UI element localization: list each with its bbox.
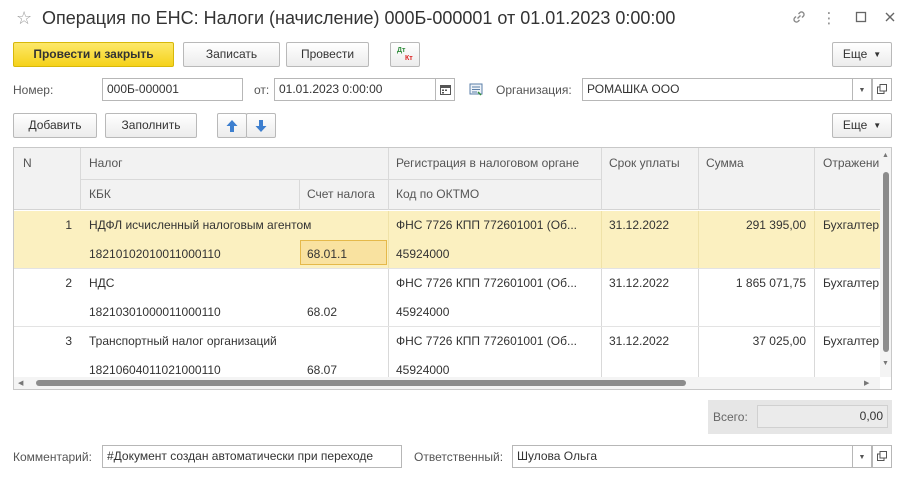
header-oktmo[interactable]: Код по ОКТМО xyxy=(396,187,479,201)
due-date-cell[interactable]: 31.12.2022 xyxy=(609,334,695,348)
move-up-button[interactable] xyxy=(217,113,247,138)
horizontal-scroll-thumb[interactable] xyxy=(36,380,686,386)
post-and-close-button[interactable]: Провести и закрыть xyxy=(13,42,174,67)
responsible-label: Ответственный: xyxy=(414,450,504,464)
post-button[interactable]: Провести xyxy=(286,42,369,67)
more-button[interactable]: Еще ▼ xyxy=(832,42,892,67)
save-button[interactable]: Записать xyxy=(183,42,280,67)
amount-cell[interactable]: 1 865 071,75 xyxy=(702,276,806,290)
scroll-right-icon[interactable]: ▶ xyxy=(864,379,869,387)
reflection-cell[interactable]: Бухгалтерский xyxy=(823,218,879,232)
organization-input[interactable]: РОМАШКА ООО xyxy=(582,78,853,101)
row-number: 2 xyxy=(65,276,72,290)
maximize-icon[interactable] xyxy=(851,9,871,29)
amount-cell[interactable]: 37 025,00 xyxy=(702,334,806,348)
registration-cell[interactable]: ФНС 7726 КПП 772601001 (Об... xyxy=(396,334,598,348)
number-label: Номер: xyxy=(13,83,54,97)
tax-cell[interactable]: НДС xyxy=(89,276,385,290)
organization-label: Организация: xyxy=(496,83,572,97)
oktmo-cell[interactable]: 45924000 xyxy=(396,363,598,377)
table-more-button[interactable]: Еще ▼ xyxy=(832,113,892,138)
vertical-scroll-thumb[interactable] xyxy=(883,172,889,352)
more-vertical-icon[interactable]: ⋮ xyxy=(819,9,839,29)
registration-cell[interactable]: ФНС 7726 КПП 772601001 (Об... xyxy=(396,218,598,232)
kbk-cell[interactable]: 18210102010011000110 xyxy=(89,247,297,261)
header-kbk[interactable]: КБК xyxy=(89,187,111,201)
link-icon[interactable] xyxy=(789,9,809,29)
header-amount[interactable]: Сумма xyxy=(706,156,744,170)
arrow-up-icon xyxy=(226,120,238,132)
tax-cell[interactable]: Транспортный налог организаций xyxy=(89,334,385,348)
total-label: Всего: xyxy=(713,410,748,424)
row-number: 1 xyxy=(65,218,72,232)
comment-label: Комментарий: xyxy=(13,450,92,464)
account-cell[interactable]: 68.02 xyxy=(307,305,385,319)
dt-kt-button[interactable]: Дт Кт xyxy=(390,42,420,67)
organization-dropdown-button[interactable]: ▼ xyxy=(852,78,872,101)
responsible-dropdown-button[interactable]: ▼ xyxy=(852,445,872,468)
due-date-cell[interactable]: 31.12.2022 xyxy=(609,218,695,232)
reflection-cell[interactable]: Бухгалтерский xyxy=(823,276,879,290)
header-registration[interactable]: Регистрация в налоговом органе xyxy=(396,156,598,170)
taxes-table: N Налог КБК Счет налога Регистрация в на… xyxy=(13,147,892,390)
header-due-date[interactable]: Срок уплаты xyxy=(609,156,680,170)
chevron-down-icon: ▼ xyxy=(858,454,866,461)
kbk-cell[interactable]: 18210301000011000110 xyxy=(89,305,297,319)
chevron-down-icon: ▼ xyxy=(858,87,866,94)
header-n[interactable]: N xyxy=(23,156,32,170)
scroll-down-icon[interactable]: ▼ xyxy=(882,360,889,367)
due-date-cell[interactable]: 31.12.2022 xyxy=(609,276,695,290)
kbk-cell[interactable]: 18210604011021000110 xyxy=(89,363,297,377)
tax-cell[interactable]: НДФЛ исчисленный налоговым агентом xyxy=(89,218,385,232)
move-down-button[interactable] xyxy=(246,113,276,138)
header-reflection[interactable]: Отражение xyxy=(823,156,879,170)
chevron-down-icon: ▼ xyxy=(873,50,882,60)
date-input[interactable]: 01.01.2023 0:00:00 xyxy=(274,78,436,101)
close-icon[interactable] xyxy=(880,9,900,29)
organization-open-button[interactable] xyxy=(872,78,892,101)
comment-input[interactable]: #Документ создан автоматически при перех… xyxy=(102,445,402,468)
arrow-down-icon xyxy=(255,120,267,132)
registration-cell[interactable]: ФНС 7726 КПП 772601001 (Об... xyxy=(396,276,598,290)
oktmo-cell[interactable]: 45924000 xyxy=(396,305,598,319)
header-account[interactable]: Счет налога xyxy=(307,187,375,201)
open-window-icon xyxy=(877,451,887,461)
responsible-open-button[interactable] xyxy=(872,445,892,468)
header-tax[interactable]: Налог xyxy=(89,156,123,170)
organization-doc-icon[interactable] xyxy=(469,83,485,97)
dt-kt-icon: Дт Кт xyxy=(397,47,413,62)
fill-button[interactable]: Заполнить xyxy=(105,113,197,138)
reflection-cell[interactable]: Бухгалтерский xyxy=(823,334,879,348)
window-title: Операция по ЕНС: Налоги (начисление) 000… xyxy=(42,8,676,28)
calendar-icon xyxy=(439,85,451,95)
date-label: от: xyxy=(254,83,270,97)
amount-cell[interactable]: 291 395,00 xyxy=(702,218,806,232)
add-row-button[interactable]: Добавить xyxy=(13,113,97,138)
oktmo-cell[interactable]: 45924000 xyxy=(396,247,598,261)
vertical-scrollbar[interactable]: ▲ ▼ xyxy=(880,148,891,377)
scroll-up-icon[interactable]: ▲ xyxy=(882,152,889,159)
open-window-icon xyxy=(877,84,887,94)
account-cell[interactable]: 68.01.1 xyxy=(307,247,385,261)
account-cell[interactable]: 68.07 xyxy=(307,363,385,377)
scroll-left-icon[interactable]: ◀ xyxy=(18,379,23,387)
horizontal-scrollbar[interactable]: ◀ ▶ xyxy=(14,377,880,389)
row-number: 3 xyxy=(65,334,72,348)
number-input[interactable]: 000Б-000001 xyxy=(102,78,243,101)
responsible-input[interactable]: Шулова Ольга xyxy=(512,445,853,468)
calendar-button[interactable] xyxy=(435,78,455,101)
total-value: 0,00 xyxy=(757,405,888,428)
favorite-star-icon[interactable]: ☆ xyxy=(16,8,32,29)
chevron-down-icon: ▼ xyxy=(873,121,882,131)
